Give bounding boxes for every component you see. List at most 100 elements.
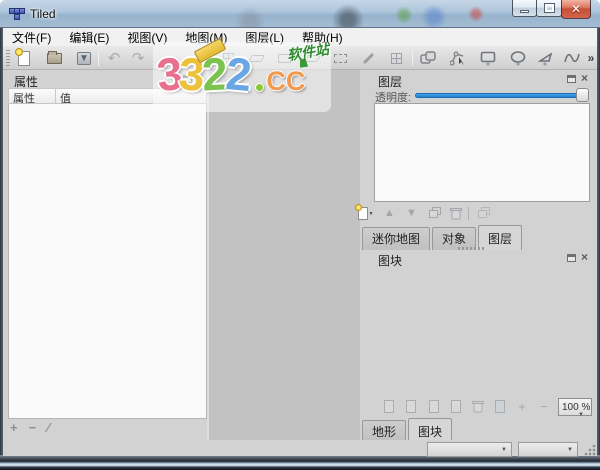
zoom-level-combo[interactable]: 100 % — [558, 398, 592, 416]
edit-terrain-icon — [495, 400, 505, 413]
close-icon: ✕ — [571, 3, 581, 15]
watermark: 3 3 2 2 CC 软件站 — [153, 42, 331, 112]
layers-panel-controls: × — [567, 74, 588, 83]
close-button[interactable]: ✕ — [561, 0, 591, 19]
insert-polyline-button[interactable] — [562, 48, 582, 68]
save-icon: ▼ — [77, 52, 91, 65]
status-combo-1[interactable]: ▼ — [427, 442, 512, 457]
tilesets-panel-title: 图块 — [378, 252, 402, 269]
menu-edit[interactable]: 编辑(E) — [60, 28, 118, 47]
layers-list[interactable] — [374, 103, 590, 202]
raise-layer-icon: ▲ — [384, 208, 395, 219]
zoom-out-button[interactable]: − — [536, 398, 552, 414]
map-view[interactable] — [207, 70, 360, 440]
magic-wand-button[interactable] — [358, 48, 378, 68]
redo-button[interactable]: ↷ — [128, 48, 148, 68]
rect-select-icon — [334, 54, 347, 63]
new-layer-icon — [358, 207, 368, 220]
tileset-properties-button[interactable] — [448, 398, 464, 414]
duplicate-layer-button[interactable] — [425, 205, 442, 222]
redo-icon: ↷ — [132, 51, 145, 66]
dock-splitter-handle[interactable] — [458, 247, 484, 250]
opacity-slider-handle[interactable] — [576, 88, 589, 102]
tilesets-panel-controls: × — [567, 253, 588, 262]
menu-file[interactable]: 文件(F) — [3, 28, 60, 47]
open-folder-icon — [47, 53, 62, 64]
edit-polygons-icon — [450, 51, 466, 66]
zoom-level-value: 100 % — [562, 402, 590, 413]
select-objects-button[interactable] — [418, 48, 438, 68]
dropdown-icon: ▼ — [501, 447, 507, 453]
new-tileset-icon — [384, 400, 394, 413]
open-button[interactable] — [44, 48, 64, 68]
opacity-slider[interactable] — [415, 93, 588, 98]
select-objects-icon — [420, 51, 436, 65]
insert-rectangle-icon — [480, 51, 496, 66]
edit-terrain-button[interactable] — [492, 398, 508, 414]
toolbar-separator — [98, 50, 99, 66]
insert-tile-button[interactable] — [386, 48, 406, 68]
add-property-button[interactable]: + — [10, 420, 18, 436]
edit-polygons-button[interactable] — [448, 48, 468, 68]
merge-layer-icon — [478, 210, 487, 218]
close-panel-icon[interactable]: × — [581, 74, 588, 83]
new-layer-dropdown-icon: ▼ — [369, 211, 374, 217]
zoom-in-button[interactable]: + — [514, 398, 530, 414]
float-panel-icon[interactable] — [567, 254, 576, 262]
remove-property-button[interactable]: − — [29, 420, 37, 436]
tileset-properties-icon — [451, 400, 461, 413]
lower-layer-icon: ▼ — [406, 208, 417, 219]
app-icon — [9, 6, 25, 22]
insert-tile-icon — [391, 53, 402, 64]
edit-property-button[interactable]: ∕ — [47, 420, 49, 436]
new-tileset-button[interactable] — [381, 398, 397, 414]
undo-icon: ↶ — [108, 51, 121, 66]
export-tileset-icon — [429, 400, 439, 413]
minimize-icon — [520, 10, 529, 13]
more-tools-icon: » — [588, 51, 595, 65]
zoom-combo-arrow-icon[interactable]: ▼ — [578, 403, 584, 421]
remove-layer-button[interactable] — [447, 205, 464, 222]
insert-rectangle-button[interactable] — [478, 48, 498, 68]
merge-layer-button[interactable] — [474, 205, 491, 222]
save-button[interactable]: ▼ — [74, 48, 94, 68]
insert-ellipse-icon — [510, 51, 526, 66]
properties-list[interactable] — [8, 104, 207, 419]
trash-icon — [472, 400, 484, 413]
tab-layers[interactable]: 图层 — [478, 225, 522, 250]
import-tileset-button[interactable] — [403, 398, 419, 414]
watermark-logo: 3 3 2 2 CC — [157, 44, 305, 104]
float-panel-icon[interactable] — [567, 75, 576, 83]
delete-tileset-button[interactable] — [470, 398, 486, 414]
rect-select-button[interactable] — [330, 48, 350, 68]
tiled-window: Tiled ✕ 文件(F) 编辑(E) 视图(V) 地图(M) 图层(L) 帮助… — [0, 0, 600, 470]
toolbar-overflow-button[interactable]: » — [584, 48, 598, 68]
close-panel-icon[interactable]: × — [581, 253, 588, 262]
maximize-icon — [545, 4, 554, 12]
separator — [468, 207, 469, 220]
tab-minimap[interactable]: 迷你地图 — [362, 227, 430, 250]
new-map-button[interactable] — [14, 48, 34, 68]
export-tileset-button[interactable] — [426, 398, 442, 414]
import-tileset-icon — [406, 400, 416, 413]
window-controls: ✕ — [513, 0, 591, 19]
new-layer-button[interactable]: ▼ — [357, 205, 374, 222]
column-property[interactable]: 属性 — [9, 89, 56, 103]
title-bar[interactable]: Tiled ✕ — [0, 0, 600, 28]
insert-ellipse-button[interactable] — [508, 48, 528, 68]
duplicate-layer-icon — [429, 210, 438, 218]
undo-button[interactable]: ↶ — [104, 48, 124, 68]
dropdown-icon: ▼ — [567, 447, 573, 453]
raise-layer-button[interactable]: ▲ — [381, 205, 398, 222]
insert-polygon-button[interactable] — [536, 48, 556, 68]
minimize-button[interactable] — [512, 0, 537, 17]
zoom-in-icon: + — [518, 400, 526, 413]
toolbar-grip[interactable] — [6, 50, 10, 66]
maximize-button[interactable] — [536, 0, 562, 17]
status-combo-2[interactable]: ▼ — [518, 442, 578, 457]
resize-grip[interactable] — [584, 445, 596, 456]
properties-actions: + − ∕ — [10, 420, 200, 436]
insert-polygon-icon — [538, 51, 554, 66]
toolbar-separator — [412, 50, 413, 66]
lower-layer-button[interactable]: ▼ — [403, 205, 420, 222]
